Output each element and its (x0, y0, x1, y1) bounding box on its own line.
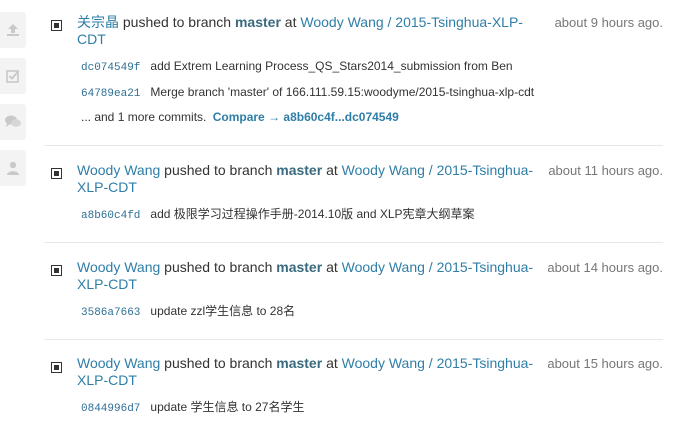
commit-message: add 极限学习过程操作手册-2014.10版 and XLP宪章大纲草案 (150, 207, 475, 221)
event-author-link[interactable]: Woody Wang (77, 355, 160, 371)
event-title: Woody Wang pushed to branch master at Wo… (77, 259, 547, 293)
event-action: pushed to branch (164, 355, 273, 371)
event-branch-link[interactable]: master (276, 259, 322, 275)
sidebar-checkbox-button[interactable] (0, 58, 26, 94)
event-item: Woody Wang pushed to branch master at Wo… (44, 340, 663, 422)
commit-line: a8b60c4fd add 极限学习过程操作手册-2014.10版 and XLP… (81, 207, 475, 224)
user-icon (7, 161, 19, 175)
checkbox-icon (6, 70, 20, 83)
push-icon (51, 20, 62, 31)
upload-icon (7, 24, 19, 36)
commit-line: 3586a7663 update zzl学生信息 to 28名 (81, 304, 295, 321)
commit-message: add Extrem Learning Process_QS_Stars2014… (150, 59, 513, 73)
event-at: at (284, 14, 297, 30)
commit-sha-link[interactable]: dc074549f (81, 62, 140, 74)
event-action: pushed to branch (122, 14, 232, 30)
event-item: 关宗晶 pushed to branch master at Woody Wan… (44, 0, 663, 146)
event-time: about 15 hours ago. (547, 356, 663, 371)
event-author-link[interactable]: Woody Wang (77, 162, 160, 178)
commit-message: Merge branch 'master' of 166.111.59.15:w… (150, 85, 535, 99)
commit-line: 64789ea21 Merge branch 'master' of 166.11… (81, 85, 534, 102)
push-icon (51, 265, 62, 276)
commit-message: update 学生信息 to 27名学生 (150, 400, 305, 414)
event-branch-link[interactable]: master (276, 162, 322, 178)
event-author-link[interactable]: 关宗晶 (77, 14, 119, 30)
commit-sha-link[interactable]: a8b60c4fd (81, 210, 140, 222)
sidebar-user-button[interactable] (0, 150, 26, 186)
event-time: about 14 hours ago. (547, 260, 663, 275)
commit-line: dc074549f add Extrem Learning Process_QS_… (81, 59, 513, 76)
event-item: Woody Wang pushed to branch master at Wo… (44, 243, 663, 340)
commit-sha-link[interactable]: 64789ea21 (81, 88, 140, 100)
comments-icon (5, 115, 21, 127)
more-commits: ... and 1 more commits. Compare → a8b60c… (81, 110, 399, 125)
commit-sha-link[interactable]: 3586a7663 (81, 307, 140, 319)
event-at: at (326, 259, 338, 275)
sidebar-comments-button[interactable] (0, 104, 26, 140)
event-time: about 11 hours ago. (548, 163, 663, 178)
event-action: pushed to branch (164, 162, 273, 178)
push-icon (51, 362, 62, 373)
event-at: at (326, 162, 338, 178)
more-commits-text: ... and 1 more commits. (81, 110, 207, 124)
event-item: Woody Wang pushed to branch master at Wo… (44, 146, 663, 243)
event-title: Woody Wang pushed to branch master at Wo… (77, 355, 547, 389)
commit-line: 0844996d7 update 学生信息 to 27名学生 (81, 400, 304, 417)
event-branch-link[interactable]: master (235, 14, 281, 30)
event-author-link[interactable]: Woody Wang (77, 259, 160, 275)
event-title: 关宗晶 pushed to branch master at Woody Wan… (77, 14, 547, 48)
push-icon (51, 168, 62, 179)
event-title: Woody Wang pushed to branch master at Wo… (77, 162, 547, 196)
event-branch-link[interactable]: master (276, 355, 322, 371)
sidebar-upload-button[interactable] (0, 12, 26, 48)
sidebar (0, 0, 26, 422)
compare-link[interactable]: Compare → a8b60c4f...dc074549 (213, 110, 399, 124)
commit-message: update zzl学生信息 to 28名 (150, 304, 296, 318)
commit-sha-link[interactable]: 0844996d7 (81, 403, 140, 415)
event-action: pushed to branch (164, 259, 273, 275)
event-at: at (326, 355, 338, 371)
event-time: about 9 hours ago. (554, 15, 663, 30)
